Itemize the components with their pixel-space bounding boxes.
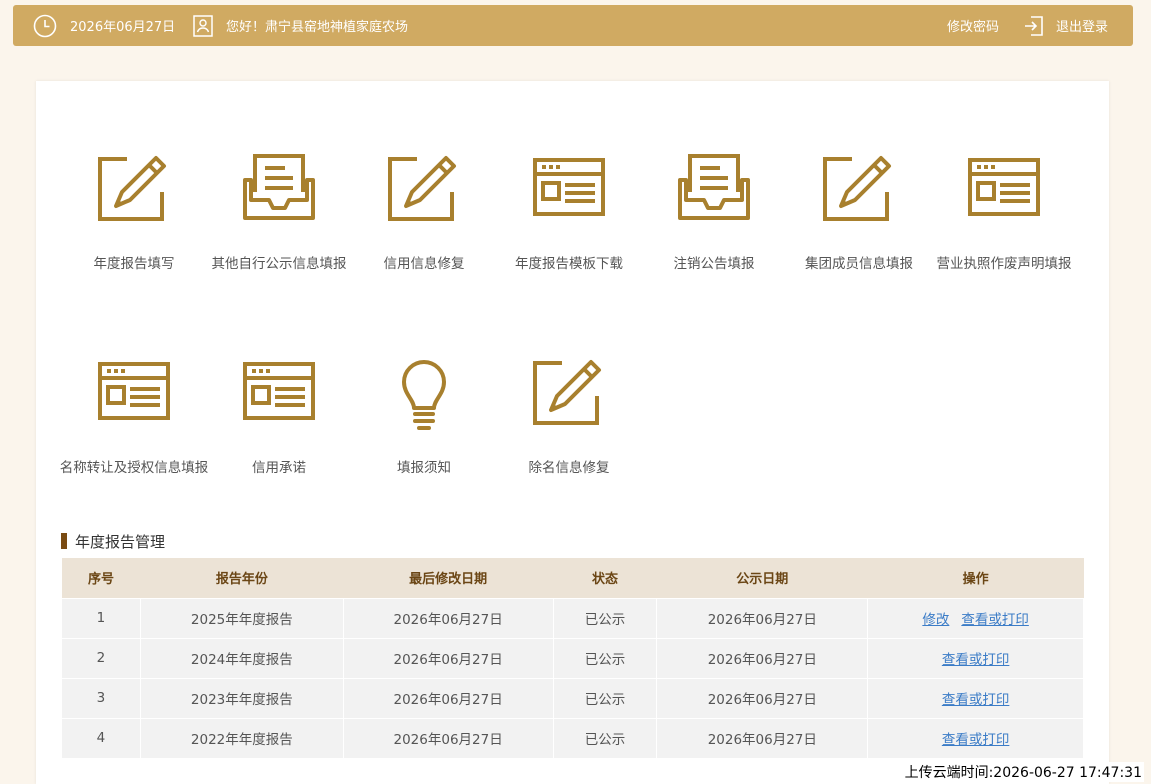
column-header: 最后修改日期 [343,558,554,598]
tile-label: 年度报告填写 [93,256,175,272]
modified-date: 2026年06月27日 [342,717,554,759]
tile-other-disclosure[interactable]: 其他自行公示信息填报 [204,152,354,274]
browser-window-icon [529,152,609,232]
edit-pencil-icon [384,152,464,232]
report-year: 2023年年度报告 [139,677,344,719]
column-header: 状态 [553,558,657,598]
modified-date: 2026年06月27日 [342,637,554,679]
tile-credit-commitment[interactable]: 信用承诺 [204,356,354,478]
tile-credit-repair[interactable]: 信用信息修复 [349,152,499,274]
user-badge-icon [193,5,213,46]
report-year: 2024年年度报告 [139,637,344,679]
status: 已公示 [552,677,658,719]
annual-report-table: 序号 报告年份 最后修改日期 状态 公示日期 操作 1 2025年年度报告 20… [61,558,1084,759]
table-row: 3 2023年年度报告 2026年06月27日 已公示 2026年06月27日 … [61,677,1084,719]
tile-label: 年度报告模板下载 [515,256,623,272]
lightbulb-icon [384,356,464,436]
edit-pencil-icon [94,152,174,232]
edit-pencil-icon [819,152,899,232]
modified-date: 2026年06月27日 [342,677,554,719]
view-print-link[interactable]: 查看或打印 [942,732,1010,748]
section-title: 年度报告管理 [61,532,166,551]
change-password-link[interactable]: 修改密码 [947,5,999,46]
tile-label: 除名信息修复 [528,460,610,476]
upload-time-label: 上传云端时间:2026-06-27 17:47:31 [902,762,1144,782]
published-date: 2026年06月27日 [656,637,869,679]
inbox-document-icon [674,152,754,232]
top-bar: 2026年06月27日 您好！肃宁县窑地神植家庭农场 修改密码 退出登录 [13,5,1133,46]
modified-date: 2026年06月27日 [342,597,554,639]
row-number: 2 [61,637,141,679]
section-marker [61,533,67,549]
published-date: 2026年06月27日 [656,677,869,719]
status: 已公示 [552,717,658,759]
current-date: 2026年06月27日 [70,20,176,35]
tile-label: 其他自行公示信息填报 [211,256,347,272]
tile-cancellation-notice[interactable]: 注销公告填报 [639,152,789,274]
actions-cell: 修改 查看或打印 [867,597,1084,639]
table-row: 4 2022年年度报告 2026年06月27日 已公示 2026年06月27日 … [61,717,1084,759]
tile-template-download[interactable]: 年度报告模板下载 [494,152,644,274]
actions-cell: 查看或打印 [867,717,1084,759]
published-date: 2026年06月27日 [656,717,869,759]
table-row: 1 2025年年度报告 2026年06月27日 已公示 2026年06月27日 … [61,597,1084,639]
browser-window-icon [964,152,1044,232]
status: 已公示 [552,637,658,679]
tile-group-members[interactable]: 集团成员信息填报 [784,152,934,274]
report-year: 2025年年度报告 [139,597,344,639]
row-number: 4 [61,717,141,759]
tile-filing-notice[interactable]: 填报须知 [349,356,499,478]
logout-icon[interactable] [1023,5,1045,46]
tile-label: 注销公告填报 [673,256,755,272]
tile-label: 营业执照作废声明填报 [936,256,1072,272]
column-header: 报告年份 [140,558,344,598]
tile-annual-report-fill[interactable]: 年度报告填写 [59,152,209,274]
row-number: 3 [61,677,141,719]
table-row: 2 2024年年度报告 2026年06月27日 已公示 2026年06月27日 … [61,637,1084,679]
view-print-link[interactable]: 查看或打印 [942,652,1010,668]
browser-window-icon [94,356,174,436]
actions-cell: 查看或打印 [867,677,1084,719]
tile-name-transfer[interactable]: 名称转让及授权信息填报 [59,356,209,478]
tile-license-void[interactable]: 营业执照作废声明填报 [929,152,1079,274]
tile-label: 信用信息修复 [383,256,465,272]
tile-delisting-repair[interactable]: 除名信息修复 [494,356,644,478]
report-year: 2022年年度报告 [139,717,344,759]
tile-label: 名称转让及授权信息填报 [59,460,209,476]
column-header: 序号 [61,558,141,598]
tile-label: 信用承诺 [252,460,306,476]
tile-label: 集团成员信息填报 [805,256,913,272]
status: 已公示 [552,597,658,639]
inbox-document-icon [239,152,319,232]
clock-icon [33,5,57,46]
logout-link[interactable]: 退出登录 [1056,5,1108,46]
table-header-row: 序号 报告年份 最后修改日期 状态 公示日期 操作 [61,558,1084,598]
tile-label: 填报须知 [397,460,451,476]
view-print-link[interactable]: 查看或打印 [942,692,1010,708]
section-title-text: 年度报告管理 [75,532,166,551]
greeting-text: 您好！肃宁县窑地神植家庭农场 [226,20,409,35]
edit-link[interactable]: 修改 [922,612,949,628]
main-panel: 年度报告填写 其他自行公示信息填报 信用信息修复 年度报告模板下载 注销公告填报… [36,81,1109,784]
column-header: 操作 [867,558,1084,598]
view-print-link[interactable]: 查看或打印 [961,612,1029,628]
edit-pencil-icon [529,356,609,436]
actions-cell: 查看或打印 [867,637,1084,679]
column-header: 公示日期 [656,558,868,598]
browser-window-icon [239,356,319,436]
row-number: 1 [61,597,141,639]
published-date: 2026年06月27日 [656,597,869,639]
